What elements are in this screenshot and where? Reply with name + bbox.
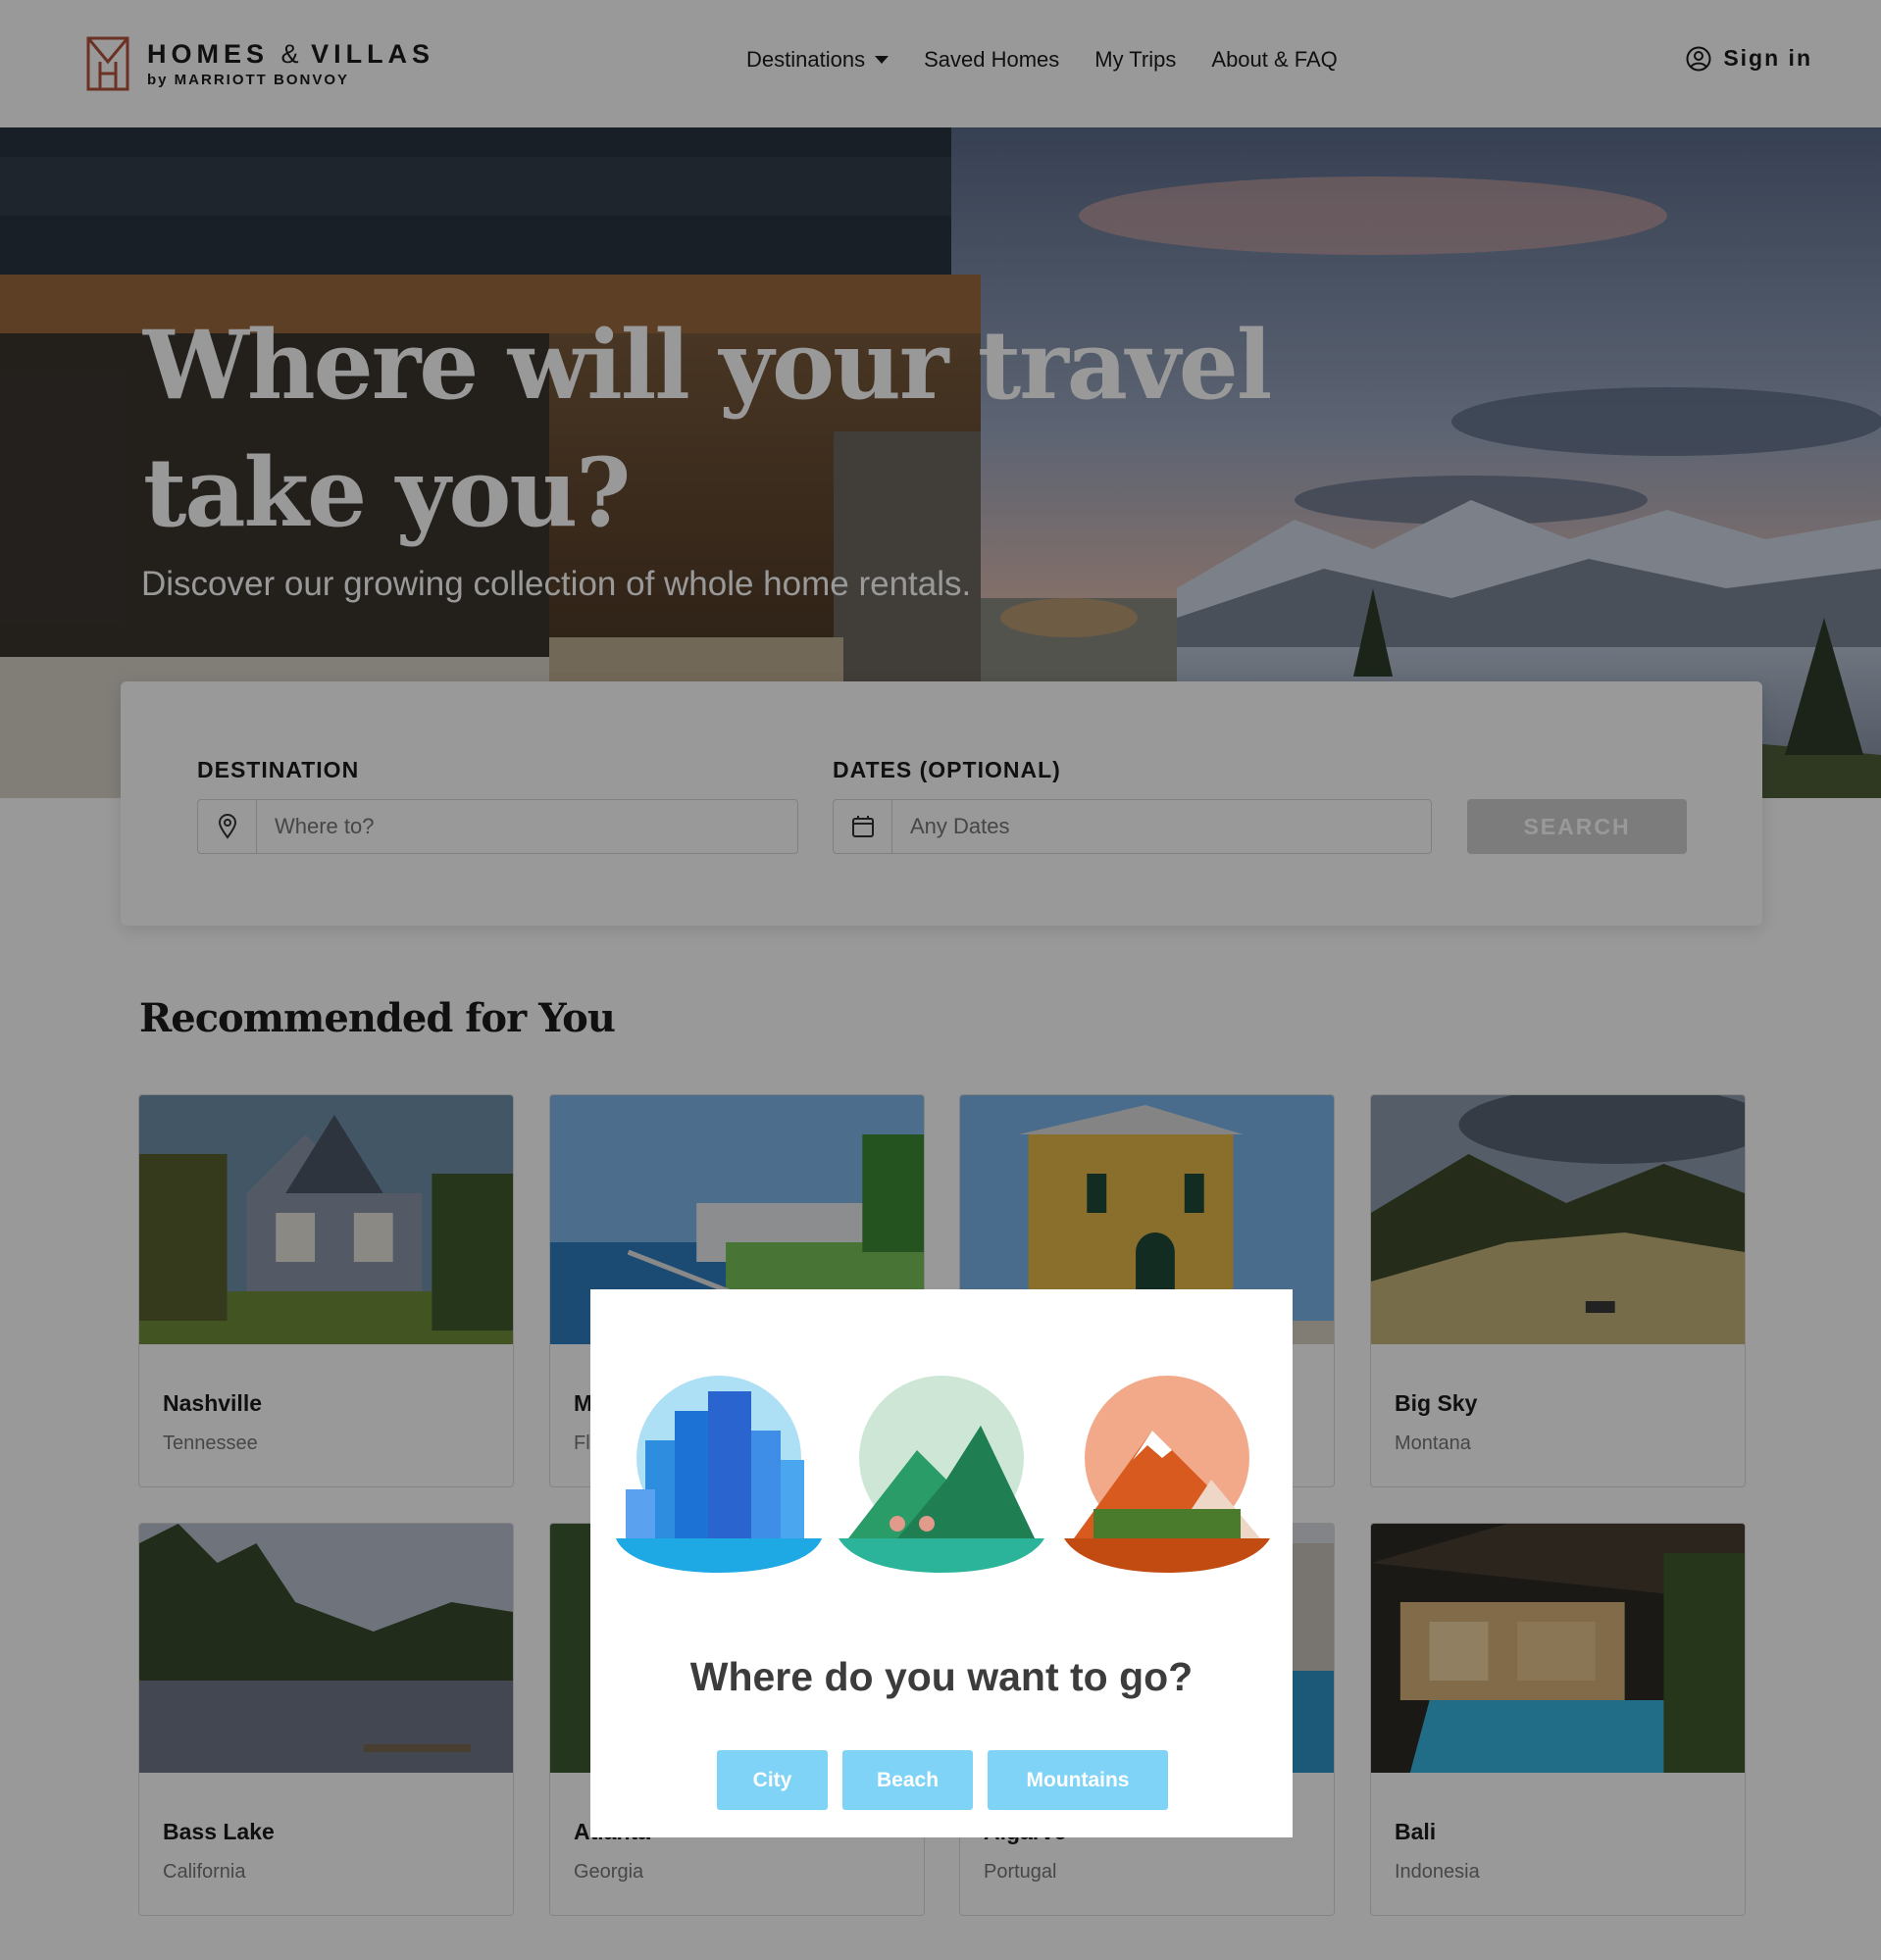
modal-question: Where do you want to go?: [689, 1654, 1194, 1699]
city-illustration-icon: [616, 1376, 822, 1573]
destination-type-modal: Where do you want to go? City Beach Moun…: [590, 1289, 1293, 1837]
mountains-illustration-icon: [1064, 1376, 1270, 1573]
beach-option-button[interactable]: Beach: [842, 1750, 973, 1810]
mountains-option-button[interactable]: Mountains: [988, 1750, 1168, 1810]
beach-illustration-icon: [839, 1376, 1044, 1573]
city-option-button[interactable]: City: [717, 1750, 828, 1810]
